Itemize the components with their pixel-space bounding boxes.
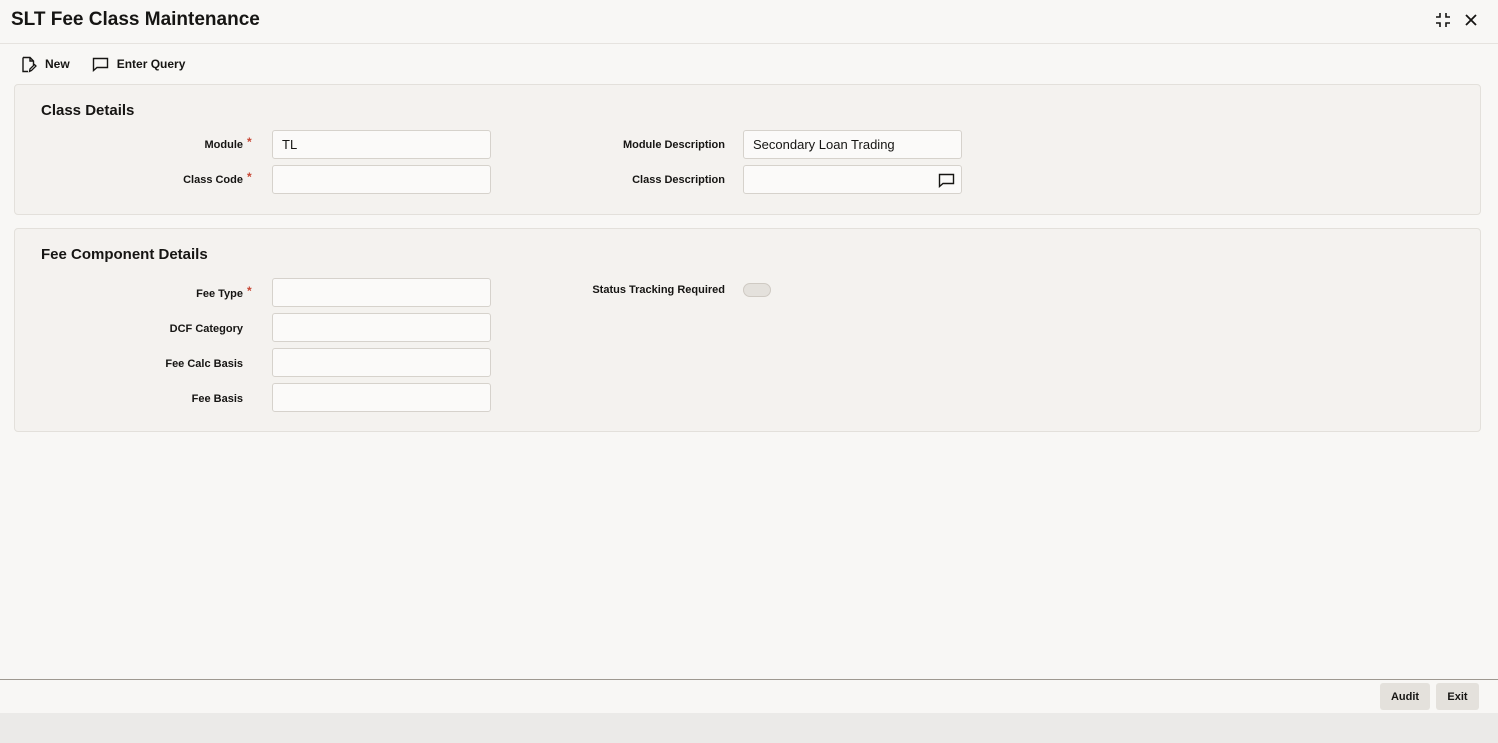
toolbar: New Enter Query bbox=[0, 52, 185, 76]
fee-calc-basis-field[interactable] bbox=[272, 348, 491, 377]
close-icon[interactable] bbox=[1461, 10, 1481, 30]
class-description-label: Class Description bbox=[632, 174, 725, 186]
dcf-category-field[interactable] bbox=[272, 313, 491, 342]
fee-basis-field[interactable] bbox=[272, 383, 491, 412]
class-code-field[interactable] bbox=[272, 165, 491, 194]
status-bar bbox=[0, 713, 1498, 743]
new-label: New bbox=[45, 57, 70, 71]
module-description-field[interactable]: Secondary Loan Trading bbox=[743, 130, 962, 159]
fee-basis-label: Fee Basis bbox=[191, 393, 243, 405]
comment-icon[interactable] bbox=[936, 170, 956, 190]
comment-icon bbox=[92, 57, 108, 72]
audit-button[interactable]: Audit bbox=[1380, 683, 1430, 710]
new-document-icon bbox=[22, 56, 37, 73]
footer-divider bbox=[0, 679, 1498, 680]
module-required-marker: * bbox=[247, 135, 252, 149]
exit-button[interactable]: Exit bbox=[1436, 683, 1479, 710]
fee-type-required-marker: * bbox=[247, 284, 252, 298]
fee-calc-basis-label: Fee Calc Basis bbox=[165, 358, 243, 370]
fee-type-label: Fee Type bbox=[196, 288, 243, 300]
module-label: Module bbox=[204, 139, 244, 151]
class-code-required-marker: * bbox=[247, 170, 252, 184]
module-field[interactable]: TL bbox=[272, 130, 491, 159]
collapse-icon[interactable] bbox=[1433, 10, 1453, 30]
module-description-label: Module Description bbox=[622, 139, 725, 151]
fee-type-field[interactable] bbox=[272, 278, 491, 307]
class-description-field[interactable] bbox=[743, 165, 962, 194]
enter-query-label: Enter Query bbox=[116, 57, 186, 71]
slt-fee-class-window: SLT Fee Class Maintenance New Enter Quer… bbox=[0, 0, 1498, 743]
dcf-category-label: DCF Category bbox=[169, 323, 243, 335]
enter-query-button[interactable]: Enter Query bbox=[92, 57, 186, 72]
status-tracking-label: Status Tracking Required bbox=[592, 284, 725, 296]
page-title: SLT Fee Class Maintenance bbox=[11, 9, 260, 30]
status-tracking-toggle[interactable] bbox=[743, 283, 771, 297]
fee-component-details-title: Fee Component Details bbox=[41, 246, 208, 263]
fee-component-details-panel: Fee Component Details Fee Type * Status … bbox=[14, 228, 1481, 432]
class-details-title: Class Details bbox=[41, 102, 135, 119]
title-bar: SLT Fee Class Maintenance bbox=[0, 0, 1498, 44]
class-code-label: Class Code bbox=[183, 174, 243, 186]
new-button[interactable]: New bbox=[20, 56, 70, 73]
class-details-panel: Class Details Module * TL Module Descrip… bbox=[14, 84, 1481, 215]
